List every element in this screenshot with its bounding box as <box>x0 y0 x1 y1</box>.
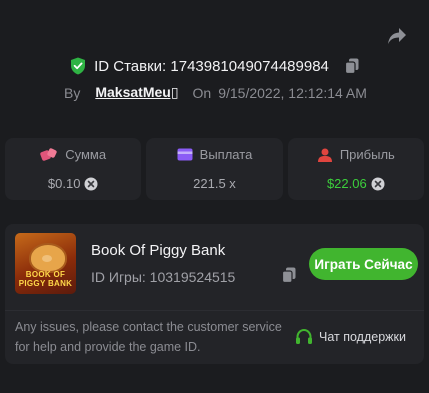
wallet-icon <box>177 148 193 161</box>
user-profit-icon <box>317 148 332 162</box>
stat-label-payout: Выплата <box>199 147 253 162</box>
copy-game-id-icon[interactable] <box>282 267 296 283</box>
stat-value-profit: $22.06 <box>326 176 367 191</box>
stat-value-amount: $0.10 <box>47 176 81 191</box>
bet-meta-row: By MaksatMeu▯ On 9/15/2022, 12:12:14 AM <box>64 84 429 101</box>
bet-id-row: ID Ставки: 1743981049074489984 <box>0 57 429 75</box>
dice-icon <box>40 147 57 161</box>
stat-label-profit: Прибыль <box>339 147 395 162</box>
share-icon[interactable] <box>387 27 407 45</box>
player-username-link[interactable]: MaksatMeu▯ <box>95 84 178 101</box>
game-panel: BOOK OF PIGGY BANK Book Of Piggy Bank ID… <box>5 224 424 364</box>
game-name: Book Of Piggy Bank <box>91 242 226 259</box>
copy-bet-id-icon[interactable] <box>344 58 359 74</box>
stat-card-profit: Прибыль $22.06 <box>287 138 424 200</box>
stat-value-payout: 221.5 x <box>193 176 236 191</box>
currency-coin-icon[interactable] <box>84 177 98 191</box>
by-label: By <box>64 84 81 101</box>
headset-icon <box>296 328 312 344</box>
support-chat-button[interactable]: Чат поддержки <box>295 325 419 349</box>
currency-coin-icon[interactable] <box>371 177 385 191</box>
bet-date: 9/15/2022, 12:12:14 AM <box>218 84 367 101</box>
game-cover-title: BOOK OF PIGGY BANK <box>18 270 73 288</box>
game-cover-image[interactable]: BOOK OF PIGGY BANK <box>15 233 76 294</box>
stat-card-amount: Сумма $0.10 <box>5 138 142 200</box>
game-id: ID Игры: 10319524515 <box>91 269 236 285</box>
on-label: On <box>192 84 212 101</box>
stat-card-payout: Выплата 221.5 x <box>146 138 283 200</box>
stat-label-amount: Сумма <box>65 147 107 162</box>
verified-shield-icon <box>71 57 86 75</box>
play-now-button[interactable]: Играть Сейчас <box>309 248 418 280</box>
support-chat-label: Чат поддержки <box>319 330 406 344</box>
support-message: Any issues, please contact the customer … <box>15 320 282 354</box>
divider <box>5 310 424 311</box>
bet-stats: Сумма $0.10 Выплата 221.5 x Прибыль $22.… <box>5 138 424 200</box>
bet-id-label: ID Ставки: 1743981049074489984 <box>94 57 329 75</box>
